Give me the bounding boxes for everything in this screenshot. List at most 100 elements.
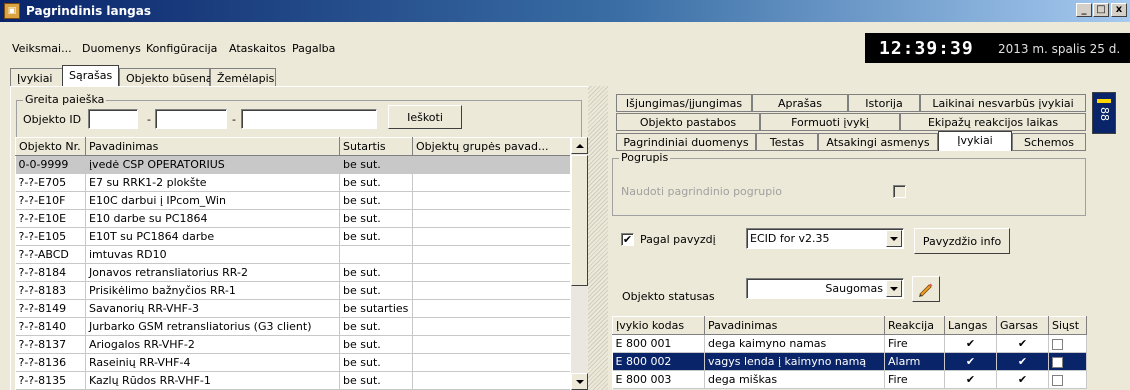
cell-object-nr: ?-?-8136	[15, 353, 86, 372]
tab-pagrindiniai-duomenys[interactable]: Pagrindiniai duomenys	[616, 133, 756, 151]
event-row[interactable]: E 800 002 vagys lenda į kaimyno namą Ala…	[612, 352, 1087, 371]
tab-zemelapis[interactable]: Žemėlapis	[210, 68, 276, 87]
tab-formuoti-ivyki[interactable]: Formuoti įvykį	[760, 113, 900, 131]
template-select[interactable]: ECID for v2.35	[746, 228, 904, 249]
window-checkbox[interactable]: ✔	[944, 334, 997, 353]
sound-checkbox[interactable]: ✔	[996, 352, 1049, 371]
table-row[interactable]: ?-?-ABCD imtuvas RD10	[15, 245, 571, 264]
scroll-down-button[interactable]	[571, 373, 588, 390]
scroll-thumb[interactable]	[571, 155, 588, 286]
title-bar: ▣ Pagrindinis langas _ □ x	[0, 0, 1130, 22]
template-info-button[interactable]: Pavyzdžio info	[914, 228, 1010, 254]
col-garsas[interactable]: Garsas	[996, 316, 1049, 335]
cell-contract: be sut.	[339, 335, 413, 354]
table-row[interactable]: ?-?-8135 Kazlų Rūdos RR-VHF-1 be sut.	[15, 371, 571, 390]
table-row[interactable]: ?-?-8149 Savanorių RR-VHF-3 be sutarties	[15, 299, 571, 318]
table-row[interactable]: ?-?-8183 Prisikėlimo bažnyčios RR-1 be sut…	[15, 281, 571, 300]
event-row[interactable]: E 800 003 dega miškas Fire ✔ ✔	[612, 370, 1087, 389]
send-checkbox-box	[1052, 356, 1063, 368]
edit-status-button[interactable]	[912, 276, 940, 302]
tab-atsakingi-asmenys[interactable]: Atsakingi asmenys	[818, 133, 938, 151]
dropdown-button[interactable]	[886, 230, 902, 247]
object-id-field-3[interactable]	[241, 109, 377, 129]
event-code: E 800 002	[612, 352, 705, 371]
sound-checkbox[interactable]: ✔	[996, 334, 1049, 353]
cell-name: Prisikėlimo bažnyčios RR-1	[85, 281, 340, 300]
template-checkbox[interactable]: ✔	[621, 233, 634, 246]
dropdown-button[interactable]	[886, 280, 902, 297]
table-row[interactable]: ?-?-E10E E10 darbe su PC1864 be sut.	[15, 209, 571, 228]
menu-pagalba[interactable]: Pagalba	[292, 42, 335, 55]
objects-scrollbar[interactable]	[570, 137, 588, 390]
tab-laikinai-nesvarbus[interactable]: Laikinai nesvarbūs įvykiai	[920, 94, 1086, 112]
tab-isjungimas-ijungimas[interactable]: Išjungimas/įjungimas	[616, 94, 752, 112]
tab-ekipazu-reakcijos[interactable]: Ekipažų reakcijos laikas	[900, 113, 1086, 131]
tab-testas[interactable]: Testas	[756, 133, 818, 151]
cell-contract: be sut.	[339, 173, 413, 192]
table-row[interactable]: ?-?-E705 E7 su RRK1-2 plokšte be sut.	[15, 173, 571, 192]
col-ivykio-kodas[interactable]: Įvykio kodas	[612, 316, 705, 335]
table-row[interactable]: ?-?-E105 E10T su PC1864 darbe be sut.	[15, 227, 571, 246]
tab-sarasas[interactable]: Sąrašas	[62, 65, 119, 87]
cell-object-nr: ?-?-8135	[15, 371, 86, 390]
menu-konfiguracija[interactable]: Konfigūracija	[146, 42, 217, 55]
sound-checkbox[interactable]: ✔	[996, 370, 1049, 389]
send-checkbox[interactable]	[1048, 370, 1087, 389]
tab-objekto-busena[interactable]: Objekto būsena	[119, 68, 213, 87]
table-row[interactable]: 0-0-9999 įvedė CSP OPERATORIUS be sut.	[15, 155, 571, 174]
side-indicator[interactable]: 88	[1092, 92, 1116, 134]
cell-contract: be sut.	[339, 281, 413, 300]
col-grupes-pavad[interactable]: Objektų grupės pavad...	[412, 137, 571, 156]
splitter[interactable]	[588, 86, 608, 390]
menu-ataskaitos[interactable]: Ataskaitos	[229, 42, 286, 55]
minimize-button[interactable]: _	[1076, 3, 1092, 17]
send-checkbox-box	[1052, 374, 1063, 386]
cell-group	[412, 227, 571, 246]
cell-object-nr: ?-?-ABCD	[15, 245, 86, 264]
tab-schemos[interactable]: Schemos	[1012, 133, 1086, 151]
col-ev-pavadinimas[interactable]: Pavadinimas	[704, 316, 885, 335]
send-checkbox[interactable]	[1048, 352, 1087, 371]
objects-table: Objekto Nr. Pavadinimas Sutartis Objektų…	[15, 137, 571, 390]
cell-name: Jurbarko GSM retransliatorius (G3 client…	[85, 317, 340, 336]
cell-group	[412, 371, 571, 390]
cell-object-nr: ?-?-8137	[15, 335, 86, 354]
table-row[interactable]: ?-?-8136 Raseinių RR-VHF-4 be sut.	[15, 353, 571, 372]
object-status-select[interactable]: Saugomas	[746, 278, 904, 299]
cell-object-nr: ?-?-E10F	[15, 191, 86, 210]
maximize-button[interactable]: □	[1093, 3, 1109, 17]
table-row[interactable]: ?-?-E10F E10C darbui į IPcom_Win be sut.	[15, 191, 571, 210]
cell-name: E10C darbui į IPcom_Win	[85, 191, 340, 210]
col-reakcija[interactable]: Reakcija	[884, 316, 945, 335]
cell-name: Savanorių RR-VHF-3	[85, 299, 340, 318]
col-objekto-nr[interactable]: Objekto Nr.	[15, 137, 86, 156]
table-row[interactable]: ?-?-8140 Jurbarko GSM retransliatorius (G…	[15, 317, 571, 336]
cell-object-nr: ?-?-8183	[15, 281, 86, 300]
col-pavadinimas[interactable]: Pavadinimas	[85, 137, 340, 156]
menu-duomenys[interactable]: Duomenys	[82, 42, 141, 55]
tab-aprasas[interactable]: Aprašas	[752, 94, 848, 112]
window-checkbox[interactable]: ✔	[944, 370, 997, 389]
object-id-field-1[interactable]	[88, 109, 138, 129]
use-parent-checkbox[interactable]	[893, 185, 906, 198]
window-checkbox[interactable]: ✔	[944, 352, 997, 371]
col-siust[interactable]: Siųst	[1048, 316, 1087, 335]
send-checkbox[interactable]	[1048, 334, 1087, 353]
cell-contract: be sut.	[339, 209, 413, 228]
close-button[interactable]: x	[1111, 3, 1127, 17]
event-row[interactable]: E 800 001 dega kaimyno namas Fire ✔ ✔	[612, 334, 1087, 353]
tab-ivykiai-right[interactable]: Įvykiai	[938, 131, 1012, 151]
tab-ivykiai[interactable]: Įvykiai	[10, 68, 65, 87]
tab-objekto-pastabos[interactable]: Objekto pastabos	[616, 113, 760, 131]
table-row[interactable]: ?-?-8137 Ariogalos RR-VHF-2 be sut.	[15, 335, 571, 354]
object-id-field-2[interactable]	[155, 109, 227, 129]
menu-veiksmai[interactable]: Veiksmai...	[12, 42, 72, 55]
col-langas[interactable]: Langas	[944, 316, 997, 335]
search-button[interactable]: Ieškoti	[388, 105, 462, 129]
col-sutartis[interactable]: Sutartis	[339, 137, 413, 156]
pogrupis-group: Pogrupis Naudoti pagrindinio pogrupio	[612, 151, 1086, 216]
scroll-up-button[interactable]	[571, 137, 588, 154]
table-row[interactable]: ?-?-8184 Jonavos retransliatorius RR-2 be …	[15, 263, 571, 282]
tab-istorija[interactable]: Istorija	[848, 94, 920, 112]
cell-name: E7 su RRK1-2 plokšte	[85, 173, 340, 192]
